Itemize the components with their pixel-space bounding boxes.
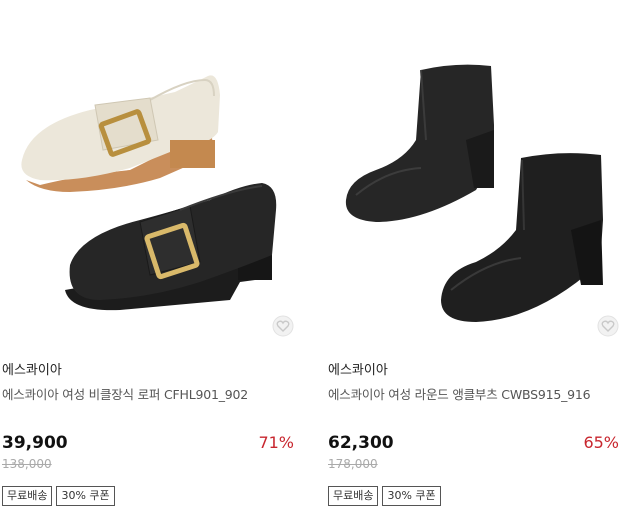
product-card[interactable]: 에스콰이아 에스콰이아 여성 라운드 앵클부츠 CWBS915_916 62,3… bbox=[326, 0, 629, 519]
brand-name[interactable]: 에스콰이아 bbox=[2, 359, 62, 378]
brand-name[interactable]: 에스콰이아 bbox=[328, 359, 388, 378]
badge-list: 무료배송 30% 쿠폰 bbox=[2, 486, 115, 506]
heart-icon[interactable] bbox=[596, 314, 620, 338]
sale-price: 62,300 bbox=[328, 433, 394, 453]
coupon-badge: 30% 쿠폰 bbox=[382, 486, 441, 506]
product-image-loafers[interactable] bbox=[0, 0, 310, 340]
product-card[interactable]: 에스콰이아 에스콰이아 여성 비클장식 로퍼 CFHL901_902 39,90… bbox=[0, 0, 310, 519]
product-name[interactable]: 에스콰이아 여성 비클장식 로퍼 CFHL901_902 bbox=[2, 384, 248, 403]
badge-list: 무료배송 30% 쿠폰 bbox=[328, 486, 441, 506]
coupon-badge: 30% 쿠폰 bbox=[56, 486, 115, 506]
original-price: 138,000 bbox=[2, 457, 52, 471]
free-shipping-badge: 무료배송 bbox=[328, 486, 379, 506]
black-loafer bbox=[65, 183, 277, 311]
product-image-boots[interactable] bbox=[326, 0, 629, 340]
sale-price: 39,900 bbox=[2, 433, 68, 453]
discount-rate: 65% bbox=[583, 433, 619, 452]
free-shipping-badge: 무료배송 bbox=[2, 486, 53, 506]
heart-icon[interactable] bbox=[271, 314, 295, 338]
ivory-loafer bbox=[21, 75, 221, 192]
black-ankle-boot-back bbox=[345, 64, 494, 223]
original-price: 178,000 bbox=[328, 457, 378, 471]
product-name[interactable]: 에스콰이아 여성 라운드 앵클부츠 CWBS915_916 bbox=[328, 384, 591, 403]
discount-rate: 71% bbox=[258, 433, 294, 452]
